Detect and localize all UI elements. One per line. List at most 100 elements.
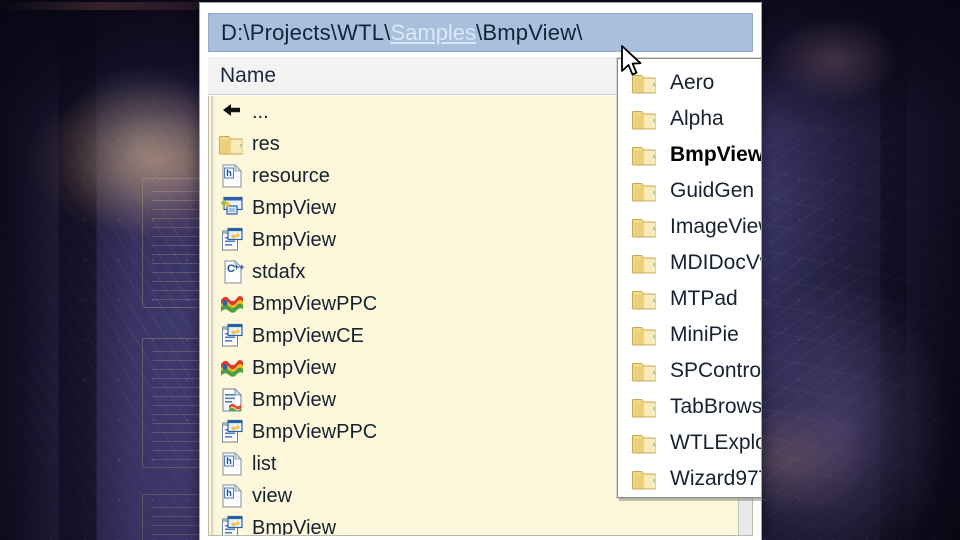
resource-ribbon-icon	[219, 291, 245, 317]
h-header-file-icon: h	[222, 452, 242, 476]
file-name-label: res	[252, 132, 280, 155]
folder-icon	[632, 111, 656, 130]
back-arrow-icon	[219, 99, 245, 125]
folder-icon	[632, 435, 656, 454]
file-name-label: resource	[252, 164, 330, 187]
back-arrow-icon	[223, 104, 240, 116]
folder-icon	[632, 363, 656, 382]
folder-icon	[632, 286, 658, 312]
folder-name-label: ImageView	[670, 215, 761, 238]
address-breadcrumb-bar[interactable]: D:\Projects\WTL\ Samples \BmpView\	[208, 13, 753, 52]
folder-icon	[632, 327, 656, 346]
folder-dropdown-item[interactable]: Alpha	[618, 101, 761, 137]
file-list-item[interactable]: BmpView	[209, 512, 752, 536]
folder-dropdown-item[interactable]: WTLExplorer	[618, 425, 761, 461]
file-name-label: BmpView	[252, 516, 337, 536]
folder-icon	[632, 214, 658, 240]
folder-dropdown-item[interactable]: Aero	[618, 65, 761, 101]
h-header-file-icon: h	[219, 163, 245, 189]
breadcrumb-suffix: \BmpView\	[476, 19, 583, 45]
folder-icon	[632, 250, 658, 276]
vc-document-plus-icon	[219, 419, 245, 445]
script-document-icon	[219, 387, 245, 413]
vc-document-plus-icon	[219, 323, 245, 349]
vc-document-plus-icon	[219, 515, 245, 535]
vc-document-plus-icon	[222, 323, 243, 347]
folder-icon	[632, 322, 658, 348]
folder-name-label: MiniPie	[670, 323, 739, 346]
vc-document-plus-icon	[219, 227, 245, 253]
folder-name-label: MTPad	[670, 287, 738, 310]
h-header-file-icon: h	[222, 164, 242, 188]
folder-icon	[632, 255, 656, 274]
file-name-label: BmpViewPPC	[252, 292, 378, 315]
script-document-icon	[222, 388, 242, 412]
folder-name-label: TabBrowser	[670, 395, 762, 418]
folder-icon	[632, 178, 658, 204]
svg-text:h: h	[226, 456, 232, 466]
file-name-label: stdafx	[252, 260, 306, 283]
folder-name-label: MDIDocVw	[670, 251, 761, 274]
folder-dropdown-item[interactable]: MiniPie	[618, 317, 761, 353]
folder-dropdown-list: Aero Alpha BmpView GuidGen ImageVie MDID…	[618, 59, 762, 497]
vc-project-icon	[219, 195, 245, 221]
folder-icon	[632, 142, 658, 168]
folder-icon	[632, 466, 658, 492]
folder-icon	[632, 75, 656, 94]
folder-name-label: BmpView	[670, 143, 762, 166]
cpp-source-file-icon: C ++	[219, 259, 245, 285]
folder-icon	[632, 106, 658, 132]
file-name-label: BmpViewCE	[252, 324, 364, 347]
folder-icon	[632, 430, 658, 456]
folder-icon	[632, 70, 658, 96]
vc-document-plus-icon	[222, 227, 243, 251]
folder-icon	[632, 291, 656, 310]
folder-dropdown-item[interactable]: BmpView	[618, 137, 762, 173]
vc-document-plus-icon	[222, 419, 243, 443]
vc-project-icon	[220, 196, 243, 215]
h-header-file-icon: h	[219, 483, 245, 509]
folder-icon	[632, 358, 658, 384]
svg-text:h: h	[226, 168, 232, 178]
h-header-file-icon: h	[222, 484, 242, 508]
cpp-source-file-icon: C ++	[224, 260, 245, 284]
folder-name-label: Wizard97Test	[670, 467, 761, 490]
desktop-background: D:\Projects\WTL\ Samples \BmpView\ Name ..…	[0, 0, 960, 540]
breadcrumb-prefix: D:\Projects\WTL\	[221, 19, 391, 45]
folder-name-label: WTLExplorer	[670, 431, 761, 454]
resource-ribbon-icon	[219, 355, 245, 381]
folder-dropdown-item[interactable]: SPControls	[618, 353, 762, 389]
folder-dropdown-popup[interactable]: Aero Alpha BmpView GuidGen ImageVie MDID…	[617, 58, 762, 498]
h-header-file-icon: h	[219, 451, 245, 477]
folder-dropdown-item[interactable]: TabBrowser	[618, 389, 762, 425]
folder-dropdown-item[interactable]: MTPad	[618, 281, 761, 317]
folder-dropdown-item[interactable]: ImageView	[618, 209, 761, 245]
file-name-label: BmpView	[252, 388, 337, 411]
vc-document-plus-icon	[222, 515, 243, 535]
breadcrumb-segment-samples[interactable]: Samples	[390, 20, 476, 46]
file-name-label: ...	[252, 100, 269, 123]
folder-name-label: SPControls	[670, 359, 762, 382]
folder-name-label: Aero	[670, 71, 715, 94]
folder-icon	[632, 394, 658, 420]
resource-ribbon-icon	[221, 360, 243, 377]
column-header-name[interactable]: Name	[220, 64, 276, 88]
file-name-label: BmpView	[252, 196, 337, 219]
file-explorer-window: D:\Projects\WTL\ Samples \BmpView\ Name ..…	[199, 2, 762, 540]
svg-text:h: h	[226, 488, 232, 498]
folder-icon	[219, 131, 245, 157]
svg-text:++: ++	[234, 262, 245, 272]
folder-icon	[632, 147, 656, 166]
folder-dropdown-item[interactable]: Wizard97Test	[618, 461, 761, 497]
folder-name-label: GuidGen	[670, 179, 755, 202]
file-name-label: BmpView	[252, 356, 337, 379]
folder-icon	[632, 219, 656, 238]
folder-dropdown-item[interactable]: MDIDocVw	[618, 245, 761, 281]
folder-dropdown-item[interactable]: GuidGen	[618, 173, 761, 209]
folder-icon	[219, 136, 243, 155]
folder-icon	[632, 471, 656, 490]
file-name-label: BmpViewPPC	[252, 420, 378, 443]
folder-name-label: Alpha	[670, 107, 724, 130]
file-name-label: list	[252, 452, 277, 475]
resource-ribbon-icon	[221, 296, 243, 313]
